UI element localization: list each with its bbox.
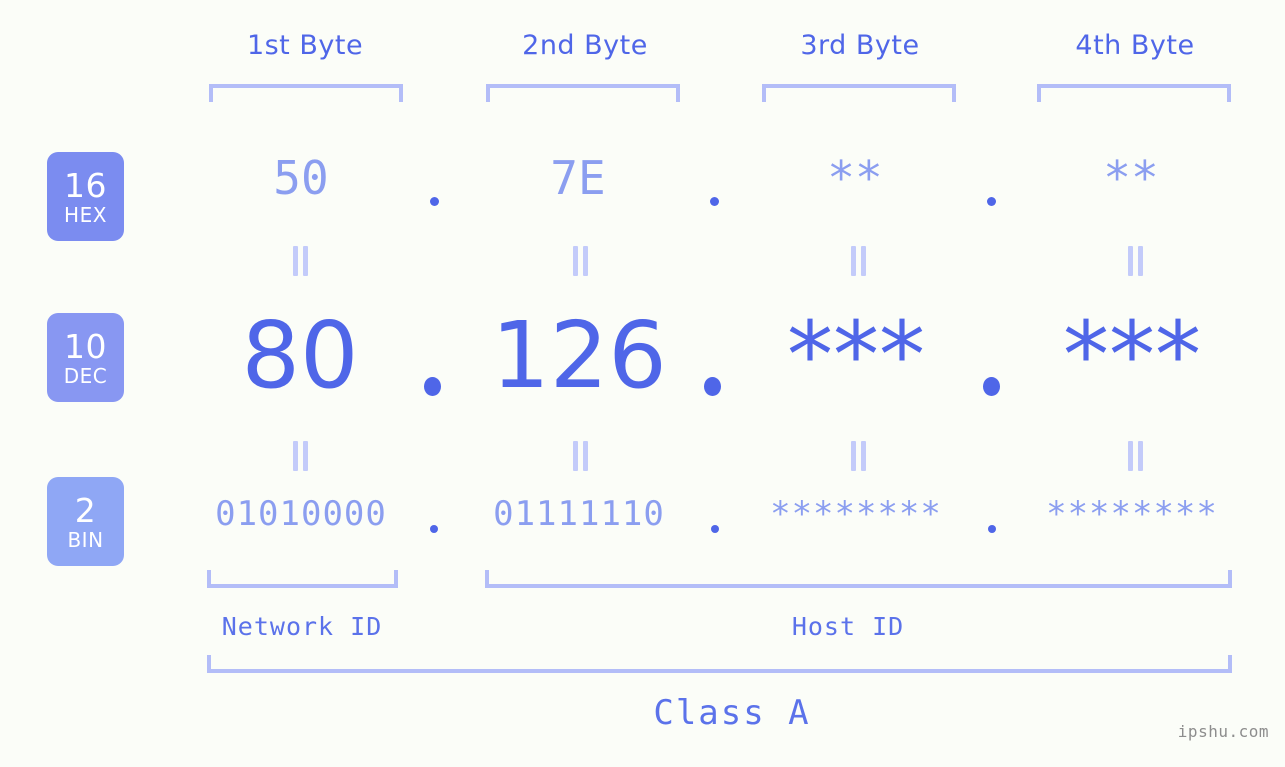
equals-hex-dec-1 <box>292 246 310 276</box>
bin-byte-3: ******** <box>770 494 942 534</box>
byte-header-3: 3rd Byte <box>800 30 920 61</box>
base-badge-dec-number: 10 <box>64 326 107 366</box>
equals-hex-dec-2 <box>572 246 590 276</box>
base-badge-hex-name: HEX <box>64 202 107 227</box>
bin-byte-1: 01010000 <box>215 494 387 534</box>
base-badge-bin: 2 BIN <box>47 477 124 566</box>
equals-dec-bin-3 <box>850 441 868 471</box>
network-id-label: Network ID <box>221 612 383 641</box>
equals-dec-bin-1 <box>292 441 310 471</box>
hex-byte-2: 7E <box>550 151 606 205</box>
byte-bracket-2 <box>486 84 680 102</box>
hex-dot-2 <box>710 197 719 206</box>
base-badge-hex: 16 HEX <box>47 152 124 241</box>
equals-hex-dec-3 <box>850 246 868 276</box>
byte-header-2: 2nd Byte <box>522 30 648 61</box>
base-badge-dec-name: DEC <box>63 363 108 388</box>
watermark: ipshu.com <box>1177 722 1269 741</box>
base-badge-bin-number: 2 <box>74 490 97 530</box>
host-id-bracket <box>485 570 1232 588</box>
network-id-bracket <box>207 570 398 588</box>
equals-hex-dec-4 <box>1127 246 1145 276</box>
dec-byte-4: *** <box>1063 302 1201 409</box>
hex-dot-1 <box>430 197 439 206</box>
equals-dec-bin-4 <box>1127 441 1145 471</box>
byte-header-4: 4th Byte <box>1075 30 1195 61</box>
bin-byte-2: 01111110 <box>493 494 665 534</box>
ip-address-breakdown-diagram: 1st Byte 2nd Byte 3rd Byte 4th Byte 16 H… <box>0 0 1285 767</box>
class-bracket <box>207 655 1232 673</box>
bin-dot-3 <box>988 525 996 533</box>
base-badge-bin-name: BIN <box>67 527 104 552</box>
dec-byte-2: 126 <box>491 302 667 409</box>
host-id-label: Host ID <box>791 612 905 641</box>
dec-byte-1: 80 <box>241 302 359 409</box>
hex-byte-3: ** <box>827 151 883 205</box>
class-label: Class A <box>653 693 811 733</box>
byte-header-1: 1st Byte <box>246 30 364 61</box>
dec-dot-3 <box>983 377 1000 396</box>
bin-byte-4: ******** <box>1046 494 1218 534</box>
base-badge-hex-number: 16 <box>64 165 107 205</box>
dec-dot-1 <box>424 377 441 396</box>
hex-byte-4: ** <box>1103 151 1159 205</box>
hex-byte-1: 50 <box>273 151 329 205</box>
dec-dot-2 <box>704 377 721 396</box>
base-badge-dec: 10 DEC <box>47 313 124 402</box>
hex-dot-3 <box>987 197 996 206</box>
bin-dot-1 <box>430 525 438 533</box>
bin-dot-2 <box>711 525 719 533</box>
byte-bracket-3 <box>762 84 956 102</box>
dec-byte-3: *** <box>787 302 925 409</box>
equals-dec-bin-2 <box>572 441 590 471</box>
byte-bracket-1 <box>209 84 403 102</box>
byte-bracket-4 <box>1037 84 1231 102</box>
